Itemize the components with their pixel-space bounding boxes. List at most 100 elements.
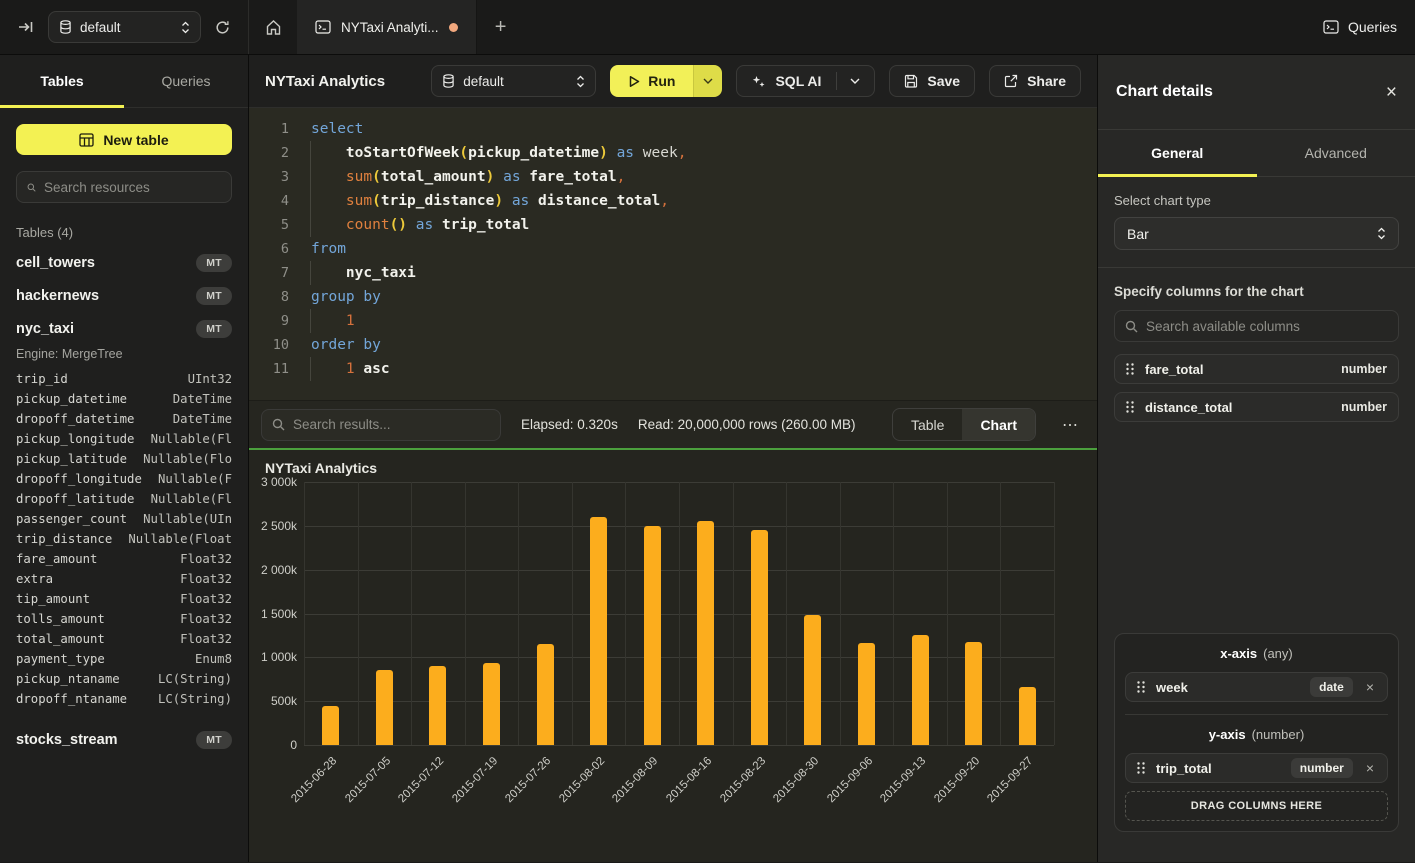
sql-editor[interactable]: 1select2 toStartOfWeek(pickup_datetime) … <box>249 108 1097 400</box>
axis-chip-name: week <box>1156 680 1299 695</box>
chart-bar[interactable] <box>483 663 500 745</box>
y-tick-label: 2 500k <box>261 519 297 533</box>
column-row: tolls_amountFloat32 <box>16 609 232 629</box>
available-column-chip[interactable]: distance_totalnumber <box>1114 392 1399 422</box>
column-type: Float32 <box>180 549 232 569</box>
queries-button[interactable]: Queries <box>1323 19 1397 35</box>
code-text: count() as trip_total <box>311 217 529 233</box>
column-type: Nullable(UIn <box>143 509 232 529</box>
chart-bar[interactable] <box>376 670 393 745</box>
chart-bar[interactable] <box>322 706 339 745</box>
chart-bar[interactable] <box>912 635 929 745</box>
chart-bar[interactable] <box>751 530 768 745</box>
toggle-chart[interactable]: Chart <box>962 409 1035 440</box>
run-button[interactable]: Run <box>610 65 693 97</box>
table-row[interactable]: cell_towersMT <box>16 246 232 279</box>
share-button[interactable]: Share <box>989 65 1081 97</box>
y-tick-label: 2 000k <box>261 563 297 577</box>
x-axis-labels: 2015-06-282015-07-052015-07-122015-07-19… <box>304 745 1054 840</box>
table-name: hackernews <box>16 288 99 304</box>
available-column-chip[interactable]: fare_totalnumber <box>1114 354 1399 384</box>
chevron-updown-icon <box>576 75 585 88</box>
collapse-sidebar-icon[interactable] <box>14 15 38 39</box>
query-database-value: default <box>463 74 568 89</box>
chart-bar[interactable] <box>697 521 714 745</box>
line-number: 3 <box>249 165 289 189</box>
line-number: 9 <box>249 309 289 333</box>
column-type: Float32 <box>180 609 232 629</box>
column-name: pickup_longitude <box>16 429 134 449</box>
sidebar-search <box>16 171 232 203</box>
chevron-down-icon <box>850 78 860 84</box>
chart-bar[interactable] <box>644 526 661 745</box>
save-button[interactable]: Save <box>889 65 975 97</box>
more-options-icon[interactable]: ⋯ <box>1056 411 1085 439</box>
chart-details-tab-advanced[interactable]: Advanced <box>1257 130 1415 176</box>
table-engine: Engine: MergeTree <box>16 347 232 361</box>
code-text: group by <box>311 289 381 305</box>
bar-chart-plot[interactable]: 3 000k2 500k2 000k1 500k1 000k500k0 <box>304 482 1054 745</box>
remove-column-icon[interactable]: × <box>1364 761 1376 775</box>
sql-ai-button[interactable]: SQL AI <box>736 65 875 97</box>
x-tick-label: 2015-06-28 <box>289 755 339 805</box>
results-toolbar: Elapsed: 0.320s Read: 20,000,000 rows (2… <box>249 400 1097 450</box>
table-row[interactable]: nyc_taxiMT <box>16 312 232 345</box>
drag-handle-icon[interactable] <box>1137 681 1145 693</box>
chart-bar[interactable] <box>590 517 607 745</box>
chart-details-tab-general[interactable]: General <box>1098 130 1257 176</box>
column-row: extraFloat32 <box>16 569 232 589</box>
code-line: 9 1 <box>249 309 1097 333</box>
axis-column-chip[interactable]: weekdate× <box>1125 672 1388 702</box>
tab-nytaxi-analytics[interactable]: NYTaxi Analyti... <box>297 0 477 54</box>
close-icon[interactable]: × <box>1386 83 1397 102</box>
refresh-icon[interactable] <box>211 16 234 39</box>
table-row[interactable]: stocks_streamMT <box>16 723 232 756</box>
x-tick-label: 2015-08-30 <box>771 755 821 805</box>
chart-type-select[interactable]: Bar <box>1114 217 1399 250</box>
home-icon[interactable] <box>249 0 297 54</box>
chart-bar[interactable] <box>1019 687 1036 745</box>
x-tick-label: 2015-07-05 <box>343 755 393 805</box>
sidebar-search-input[interactable] <box>44 180 221 195</box>
sidebar-tab-tables[interactable]: Tables <box>0 55 124 107</box>
gridline <box>679 482 680 745</box>
axis-assignment-box: x-axis(any)weekdate×y-axis(number)trip_t… <box>1114 633 1399 832</box>
remove-column-icon[interactable]: × <box>1364 680 1376 694</box>
sidebar-tab-queries[interactable]: Queries <box>124 55 248 107</box>
new-tab-button[interactable]: + <box>477 0 525 54</box>
database-icon <box>59 20 72 34</box>
chart-bar[interactable] <box>965 642 982 745</box>
axis-column-chip[interactable]: trip_totalnumber× <box>1125 753 1388 783</box>
column-type: Nullable(Fl <box>151 429 232 449</box>
chart-bar[interactable] <box>429 666 446 745</box>
column-type: DateTime <box>173 409 232 429</box>
table-chart-toggle: TableChart <box>892 408 1036 441</box>
code-line: 11 1 asc <box>249 357 1097 381</box>
gridline <box>1054 482 1055 745</box>
y-tick-label: 3 000k <box>261 475 297 489</box>
unsaved-dot-icon <box>449 23 458 32</box>
drag-handle-icon[interactable] <box>1137 762 1145 774</box>
chart-bar[interactable] <box>537 644 554 745</box>
code-line: 5 count() as trip_total <box>249 213 1097 237</box>
axis-type-hint: (number) <box>1252 727 1305 742</box>
new-table-button[interactable]: New table <box>16 124 232 155</box>
column-name: dropoff_longitude <box>16 469 142 489</box>
column-name: total_amount <box>16 629 105 649</box>
drag-handle-icon[interactable] <box>1126 363 1134 375</box>
table-row[interactable]: hackernewsMT <box>16 279 232 312</box>
chart-bar[interactable] <box>804 615 821 745</box>
query-database-selector[interactable]: default <box>431 65 596 97</box>
results-search-input[interactable] <box>293 417 490 432</box>
database-selector[interactable]: default <box>48 11 201 43</box>
run-options-chevron[interactable] <box>693 65 722 97</box>
drag-handle-icon[interactable] <box>1126 401 1134 413</box>
column-name: trip_distance <box>16 529 112 549</box>
line-number: 5 <box>249 213 289 237</box>
column-type: Float32 <box>180 569 232 589</box>
chart-bar[interactable] <box>858 643 875 745</box>
drag-columns-dropzone[interactable]: DRAG COLUMNS HERE <box>1125 791 1388 821</box>
columns-search-input[interactable] <box>1146 319 1388 334</box>
toggle-table[interactable]: Table <box>893 409 962 440</box>
results-search <box>261 409 501 441</box>
